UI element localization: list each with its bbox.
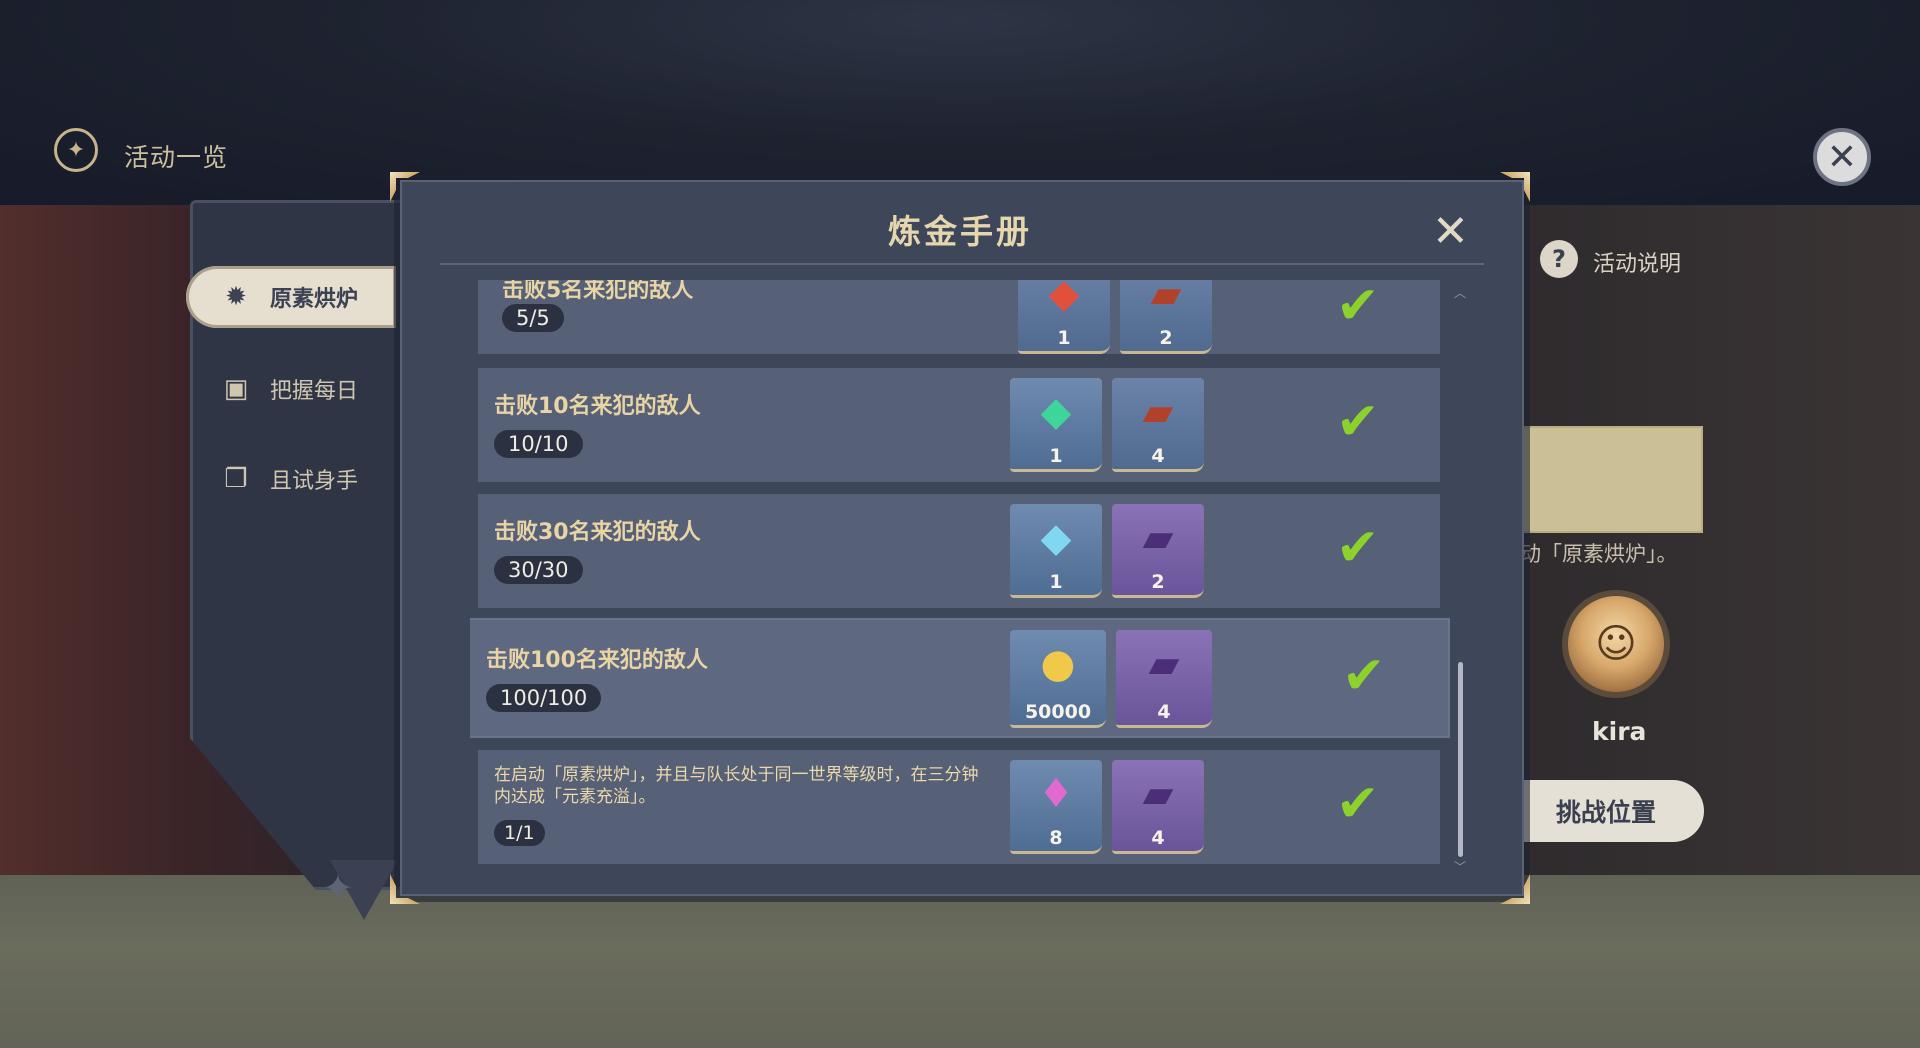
nav-item-label: 原素烘炉	[270, 287, 359, 312]
reward-item[interactable]: ▰ 2	[1120, 280, 1212, 354]
title-divider	[440, 263, 1484, 265]
scroll-down-icon[interactable]: ﹀	[1454, 858, 1466, 875]
task-title: 击败5名来犯的敌人	[502, 280, 694, 303]
task-progress: 30/30	[494, 556, 583, 584]
completed-check-icon: ✔	[1336, 774, 1380, 834]
completed-check-icon: ✔	[1336, 518, 1380, 578]
reward-qty: 4	[1151, 445, 1165, 467]
furnace-icon: ✹	[225, 282, 247, 312]
completed-check-icon: ✔	[1336, 280, 1380, 336]
event-banner	[1508, 426, 1703, 533]
scrollbar-thumb[interactable]	[1458, 662, 1463, 857]
task-row: 击败30名来犯的敌人 30/30 ◆ 1 ▰ 2 ✔	[478, 494, 1440, 608]
close-icon: ✕	[1432, 206, 1469, 257]
reward-item[interactable]: ◆ 1	[1010, 504, 1102, 598]
reward-qty: 1	[1057, 327, 1071, 349]
scroll-up-icon[interactable]: ︿	[1454, 284, 1466, 301]
task-progress: 10/10	[494, 430, 583, 458]
reward-qty: 50000	[1024, 701, 1092, 723]
task-list: 击败5名来犯的敌人 5/5 ◆ 1 ▰ 2 ✔ 击败10名来犯的敌人 10/10…	[470, 280, 1450, 890]
reward-item[interactable]: ◆ 1	[1010, 378, 1102, 472]
red-book-icon: ▰	[1150, 280, 1182, 317]
task-progress: 1/1	[494, 820, 545, 846]
red-gem-icon: ◆	[1048, 280, 1080, 317]
reward-qty: 2	[1151, 571, 1165, 593]
reward-qty: 2	[1159, 327, 1173, 349]
crystal-icon: ♦	[1038, 771, 1074, 817]
nav-item-trial[interactable]: ❐ 且试身手	[186, 448, 396, 510]
challenge-position-button[interactable]: 挑战位置	[1508, 780, 1704, 842]
modal-title: 炼金手册	[888, 212, 1032, 251]
close-icon: ✕	[1826, 136, 1858, 178]
cards-icon: ❐	[224, 464, 248, 494]
calendar-icon: ▣	[223, 374, 249, 404]
player-avatar: ☺	[1562, 590, 1670, 698]
task-row: 击败5名来犯的敌人 5/5 ◆ 1 ▰ 2 ✔	[478, 280, 1440, 354]
purple-book-icon: ▰	[1142, 515, 1174, 561]
green-gem-icon: ◆	[1040, 389, 1072, 435]
purple-book-icon: ▰	[1142, 771, 1174, 817]
nav-item-daily[interactable]: ▣ 把握每日	[186, 358, 396, 420]
reward-item[interactable]: ▰ 4	[1112, 760, 1204, 854]
reward-qty: 1	[1049, 571, 1063, 593]
purple-book-icon: ▰	[1148, 641, 1180, 687]
task-progress: 100/100	[486, 684, 602, 712]
red-book-icon: ▰	[1142, 389, 1174, 435]
reward-item[interactable]: ▰ 2	[1112, 504, 1204, 598]
task-title: 击败100名来犯的敌人	[486, 648, 708, 673]
completed-check-icon: ✔	[1342, 646, 1386, 706]
reward-qty: 8	[1049, 827, 1063, 849]
reward-item[interactable]: ◆ 1	[1018, 280, 1110, 354]
mora-coin-icon: ●	[1040, 641, 1076, 687]
task-row: 击败10名来犯的敌人 10/10 ◆ 1 ▰ 4 ✔	[478, 368, 1440, 482]
task-title: 击败10名来犯的敌人	[494, 394, 701, 419]
completed-check-icon: ✔	[1336, 392, 1380, 452]
close-modal-button[interactable]: ✕	[1432, 206, 1469, 257]
reward-item[interactable]: ● 50000	[1010, 630, 1106, 728]
event-overview-title: 活动一览	[124, 143, 229, 172]
star-ornament-icon: ✦	[322, 866, 354, 910]
task-title: 击败30名来犯的敌人	[494, 520, 701, 545]
event-hint-text: 动「原素烘炉」。	[1520, 542, 1678, 566]
close-event-button[interactable]: ✕	[1813, 128, 1871, 186]
task-row-selected[interactable]: 击败100名来犯的敌人 100/100 ● 50000 ▰ 4 ✔	[470, 618, 1450, 738]
task-title: 在启动「原素烘炉」，并且与队长处于同一世界等级时，在三分钟内达成「元素充溢」。	[494, 765, 979, 807]
compass-icon: ✦	[54, 128, 98, 172]
reward-qty: 4	[1157, 701, 1171, 723]
reward-item[interactable]: ♦ 8	[1010, 760, 1102, 854]
nav-item-elemental-furnace[interactable]: ✹ 原素烘炉	[186, 266, 396, 328]
nav-item-label: 把握每日	[270, 379, 359, 404]
task-progress: 5/5	[502, 304, 564, 332]
reward-item[interactable]: ▰ 4	[1116, 630, 1212, 728]
task-row: 在启动「原素烘炉」，并且与队长处于同一世界等级时，在三分钟内达成「元素充溢」。 …	[478, 750, 1440, 864]
reward-item[interactable]: ▰ 4	[1112, 378, 1204, 472]
nav-item-label: 且试身手	[270, 469, 359, 494]
player-name: kira	[1592, 717, 1647, 746]
blue-gem-icon: ◆	[1040, 515, 1072, 561]
reward-qty: 1	[1049, 445, 1063, 467]
reward-qty: 4	[1151, 827, 1165, 849]
